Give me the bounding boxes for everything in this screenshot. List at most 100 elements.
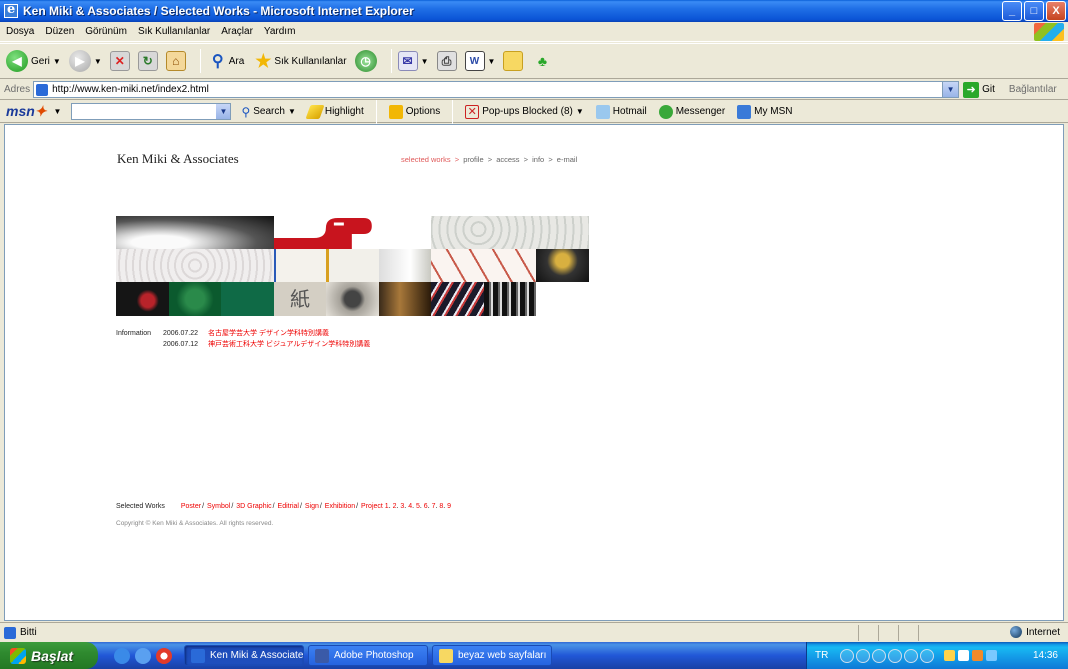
media-button[interactable] [872,648,887,663]
project-page-link[interactable]: 6 [424,503,428,510]
site-brand[interactable]: Ken Miki & Associates [117,151,239,167]
highlight-button[interactable]: Highlight [305,104,364,119]
chevron-down-icon[interactable]: ▼ [54,107,62,116]
collage-tile[interactable] [116,249,274,282]
msn-logo-icon[interactable]: msn✦ [6,103,47,120]
menu-tools[interactable]: Araçlar [221,26,253,37]
window-title-bar[interactable]: Ken Miki & Associates / Selected Works -… [0,0,1068,22]
msn-search-button[interactable]: ⚲ Search ▼ [241,105,295,119]
project-page-link[interactable]: 3 [400,503,404,510]
project-page-link[interactable]: 2 [393,503,397,510]
folder-button[interactable] [503,51,524,71]
tray-icon[interactable] [944,650,956,661]
collage-tile[interactable] [326,282,379,316]
media-button[interactable] [904,648,919,663]
chevron-down-icon[interactable]: ▼ [94,57,102,66]
media-button[interactable] [888,648,903,663]
security-zone[interactable]: Internet [1010,626,1060,638]
options-button[interactable]: Options [388,104,440,119]
project-page-link[interactable]: 5 [416,503,420,510]
project-page-link[interactable]: 1 [385,503,389,510]
messenger-toolbar-button[interactable]: ♣ [531,50,553,72]
collage-tile[interactable] [221,282,274,316]
works-link-poster[interactable]: Poster [181,503,201,510]
nav-email[interactable]: e-mail [557,155,577,164]
media-quicklaunch-icon[interactable] [156,647,172,664]
taskbar-item-ie[interactable]: Ken Miki & Associates... [184,645,304,666]
history-button[interactable]: ◷ [354,50,377,72]
collage-tile[interactable] [536,249,589,282]
media-button[interactable] [840,648,855,663]
back-button[interactable]: ◀ Geri ▼ [6,50,61,72]
search-button[interactable]: ⚲ Ara [207,50,244,72]
menu-help[interactable]: Yardım [264,26,296,37]
chevron-down-icon[interactable]: ▼ [53,57,61,66]
chevron-down-icon[interactable]: ▼ [421,57,429,66]
collage-tile[interactable]: 紙 [273,282,327,316]
collage-tile[interactable] [116,216,274,249]
works-link-editorial[interactable]: Editrial [278,503,299,510]
chevron-down-icon[interactable]: ▼ [576,107,584,116]
chevron-down-icon[interactable]: ▼ [288,107,296,116]
works-collage[interactable]: 紙 [116,216,589,316]
address-input[interactable]: http://www.ken-miki.net/index2.html ▼ [33,81,960,98]
information-link[interactable]: 名古屋学芸大学 デザイン学科特別講義 [208,330,329,337]
information-link[interactable]: 神戸芸術工科大学 ビジュアルデザイン学科特別講義 [208,341,370,348]
browser-quicklaunch-icon[interactable] [135,647,151,664]
taskbar-item-photoshop[interactable]: Adobe Photoshop [308,645,428,666]
collage-tile[interactable] [273,216,432,249]
messenger-button[interactable]: Messenger [658,104,725,119]
ie-quicklaunch-icon[interactable] [114,647,130,664]
refresh-button[interactable]: ↻ [137,51,158,71]
collage-tile[interactable] [326,249,379,282]
collage-tile[interactable] [431,282,484,316]
collage-tile[interactable] [378,282,432,316]
menu-edit[interactable]: Düzen [45,26,74,37]
popups-blocked-button[interactable]: ✕ Pop-ups Blocked (8) ▼ [465,104,584,119]
collage-tile[interactable] [431,249,537,282]
chevron-down-icon[interactable]: ▼ [216,104,231,119]
media-button[interactable] [856,648,871,663]
nav-info[interactable]: info [532,155,544,164]
works-link-sign[interactable]: Sign [305,503,319,510]
minimize-button[interactable]: _ [1002,1,1022,21]
go-button[interactable]: ➜ Git [963,81,995,98]
page-viewport[interactable]: Ken Miki & Associates selected works > p… [4,124,1064,621]
menu-file[interactable]: Dosya [6,26,34,37]
project-page-link[interactable]: 4 [408,503,412,510]
project-page-link[interactable]: 8 [439,503,443,510]
nav-profile[interactable]: profile [463,155,483,164]
works-link-3d-graphic[interactable]: 3D Graphic [236,503,271,510]
nav-access[interactable]: access [496,155,519,164]
favorites-button[interactable]: ★ Sık Kullanılanlar [252,50,346,72]
stop-button[interactable]: ✕ [109,51,130,71]
chevron-down-icon[interactable]: ▼ [942,82,959,97]
links-button[interactable]: Bağlantılar [1009,84,1057,95]
collage-tile[interactable] [273,249,327,282]
forward-button[interactable]: ▶ ▼ [68,50,102,72]
taskbar-item-folder[interactable]: beyaz web sayfaları [432,645,552,666]
msn-search-input[interactable]: ▼ [71,103,232,120]
menu-favorites[interactable]: Sık Kullanılanlar [138,26,210,37]
maximize-button[interactable]: □ [1024,1,1044,21]
print-button[interactable]: ⎙ [436,51,457,71]
home-button[interactable]: ⌂ [165,51,186,71]
media-button[interactable] [920,648,935,663]
mail-button[interactable]: ✉ ▼ [397,51,429,71]
tray-icon[interactable] [972,650,984,661]
language-indicator[interactable]: TR [815,650,828,661]
my-msn-button[interactable]: My MSN [737,104,793,119]
project-page-link[interactable]: 7 [432,503,436,510]
collage-tile[interactable] [431,216,589,249]
works-link-symbol[interactable]: Symbol [207,503,230,510]
collage-tile[interactable] [483,282,537,316]
edit-button[interactable]: W ▼ [464,51,496,71]
chevron-down-icon[interactable]: ▼ [488,57,496,66]
collage-tile[interactable] [378,249,432,282]
hotmail-button[interactable]: Hotmail [595,104,647,119]
collage-tile[interactable] [116,282,169,316]
project-page-link[interactable]: 9 [447,503,451,510]
start-button[interactable]: Başlat [0,642,98,669]
nav-selected-works[interactable]: selected works [401,155,451,164]
close-button[interactable]: X [1046,1,1066,21]
